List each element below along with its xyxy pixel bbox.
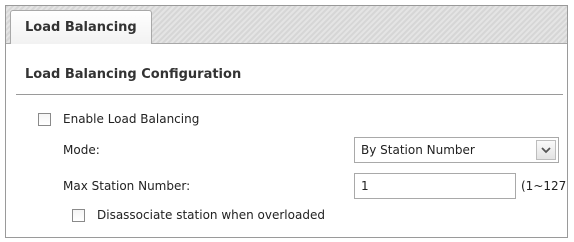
max-station-range-hint: (1~127) <box>521 179 568 193</box>
tab-load-balancing-label: Load Balancing <box>25 20 137 35</box>
mode-label: Mode: <box>63 143 100 157</box>
tab-load-balancing[interactable]: Load Balancing <box>10 10 152 44</box>
disassociate-station-checkbox[interactable] <box>72 209 85 222</box>
load-balancing-panel: Load Balancing Load Balancing Configurat… <box>5 5 568 238</box>
section-title: Load Balancing Configuration <box>25 67 242 82</box>
max-station-number-input[interactable] <box>355 174 511 197</box>
enable-load-balancing-label: Enable Load Balancing <box>63 112 200 126</box>
enable-load-balancing-checkbox[interactable] <box>38 113 51 126</box>
section-divider <box>16 94 563 95</box>
max-station-number-label: Max Station Number: <box>63 179 191 193</box>
tab-bar: Load Balancing <box>6 6 567 44</box>
mode-select[interactable]: By Station Number <box>354 137 559 163</box>
mode-dropdown-button[interactable] <box>536 140 556 160</box>
max-station-number-field[interactable] <box>354 173 516 199</box>
disassociate-station-label: Disassociate station when overloaded <box>97 208 325 222</box>
mode-selected-value: By Station Number <box>361 143 475 157</box>
chevron-down-icon <box>541 146 551 153</box>
